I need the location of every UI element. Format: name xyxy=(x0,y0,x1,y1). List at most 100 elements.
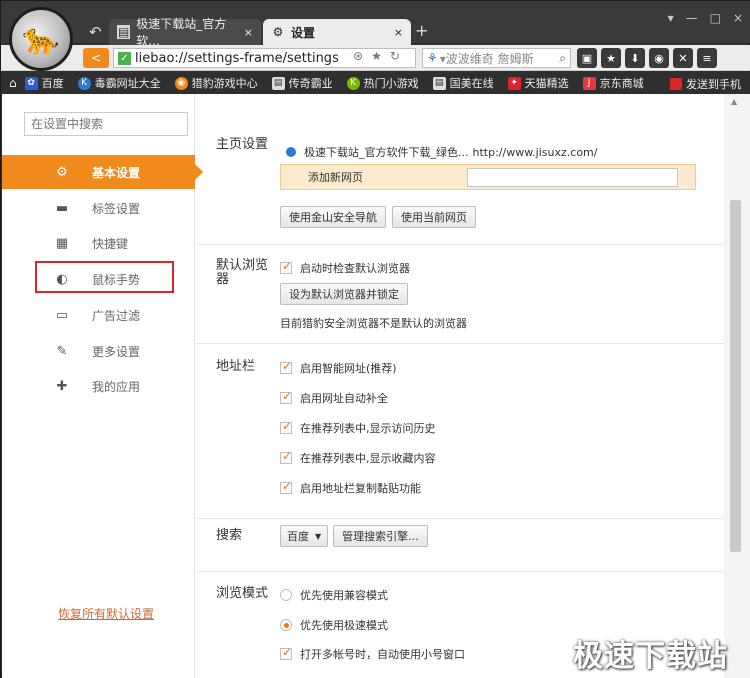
restore-defaults-link[interactable]: 恢复所有默认设置 xyxy=(58,605,154,622)
close-window-icon[interactable]: × xyxy=(733,11,743,25)
section-title: 主页设置 xyxy=(216,137,269,152)
bookmark-duba[interactable]: K 毒霸网址大全 xyxy=(77,75,161,91)
check-default-option[interactable]: 启动时检查默认浏览器 xyxy=(280,259,410,276)
search-input[interactable]: ⚘ ▾波波维奇 詹姆斯 ⌕ xyxy=(422,48,571,68)
add-page-label: 添加新网页 xyxy=(308,171,363,184)
back-button[interactable]: < xyxy=(83,48,109,68)
option-label: 打开多帐号时，自动使用小号窗口 xyxy=(300,648,465,661)
sidebar-item-basic[interactable]: ⚙ 基本设置 xyxy=(2,155,203,189)
address-option[interactable]: 启用智能网址(推荐) xyxy=(280,359,397,376)
add-page-input[interactable] xyxy=(467,168,678,187)
address-option-checkbox[interactable] xyxy=(280,479,292,494)
option-label: 在推荐列表中,显示访问历史 xyxy=(300,422,436,435)
undo-icon[interactable]: ↶ xyxy=(89,23,102,41)
filter-icon: ▭ xyxy=(55,307,69,323)
sidebar-item-more[interactable]: ✎ 更多设置 xyxy=(2,334,195,368)
compat-mode-option[interactable]: 优先使用兼容模式 xyxy=(280,587,388,603)
close-tab-icon[interactable]: × xyxy=(394,26,403,39)
bookmark-chuanqi[interactable]: ▤ 传奇霸业 xyxy=(271,75,333,91)
settings-search-input[interactable] xyxy=(24,112,188,136)
tab-icon: ▬ xyxy=(55,200,69,216)
minimize-icon[interactable]: — xyxy=(686,11,698,25)
watermark: 极速下载站 xyxy=(573,639,728,674)
window-controls: ▾ — □ × xyxy=(668,11,743,25)
page-icon: ▤ xyxy=(271,76,285,90)
address-option-checkbox[interactable] xyxy=(280,389,292,404)
address-option-checkbox[interactable] xyxy=(280,449,292,464)
search-engine-icon[interactable]: ⚘ xyxy=(427,51,438,65)
game-icon[interactable]: ◉ xyxy=(649,48,669,68)
search-section: 搜索 百度 ▼ 管理搜索引擎... xyxy=(196,519,724,572)
fast-mode-option[interactable]: 优先使用极速模式 xyxy=(280,617,388,633)
option-label: 在推荐列表中,显示收藏内容 xyxy=(300,452,436,465)
send-to-phone-label: 发送到手机 xyxy=(686,78,741,91)
sidebar-item-label: 快捷键 xyxy=(92,236,129,251)
address-option-checkbox[interactable] xyxy=(280,419,292,434)
set-default-button[interactable]: 设为默认浏览器并锁定 xyxy=(280,283,408,305)
fast-mode-radio[interactable] xyxy=(280,619,292,631)
address-option-checkbox[interactable] xyxy=(280,359,292,374)
tab-label: 极速下载站_官方软... xyxy=(136,17,227,48)
homepage-site-name: 极速下载站_官方软件下载_绿色... xyxy=(304,146,469,159)
liebao-logo[interactable]: 🐆 xyxy=(9,7,73,71)
menu-icon[interactable]: ▾ xyxy=(668,11,674,25)
sidebar-item-apps[interactable]: ✚ 我的应用 xyxy=(2,369,195,403)
star-icon[interactable]: ★ xyxy=(371,49,382,63)
menu-icon[interactable]: ≡ xyxy=(697,48,717,68)
maximize-icon[interactable]: □ xyxy=(710,11,721,25)
lock-icon[interactable]: ▣ xyxy=(577,48,597,68)
sidebar-item-label: 更多设置 xyxy=(92,344,141,359)
close-tab-icon[interactable]: × xyxy=(244,26,253,39)
new-tab-button[interactable]: + xyxy=(415,21,428,40)
search-icon[interactable]: ⌕ xyxy=(559,51,566,66)
safe-nav-button[interactable]: 使用金山安全导航 xyxy=(280,206,386,228)
toolbar-buttons: ▣ ★ ⬇ ◉ ✕ ≡ xyxy=(577,48,717,68)
secure-shield-icon: ✓ xyxy=(118,51,131,65)
send-to-phone[interactable]: 发送到手机 xyxy=(670,76,741,92)
tools-icon[interactable]: ✕ xyxy=(673,48,693,68)
address-option[interactable]: 在推荐列表中,显示访问历史 xyxy=(280,419,436,436)
tab-settings[interactable]: ⚙ 设置 × xyxy=(263,19,411,45)
favorites-icon[interactable]: ★ xyxy=(601,48,621,68)
bookmark-baidu[interactable]: ✿ 百度 xyxy=(24,75,64,91)
section-title: 地址栏 xyxy=(216,359,256,374)
scrollbar-thumb[interactable] xyxy=(730,200,741,552)
bookmark-gome[interactable]: ▤ 国美在线 xyxy=(432,75,494,91)
speed-icon[interactable]: ⊛ xyxy=(353,49,363,63)
option-label: 启动时检查默认浏览器 xyxy=(300,262,410,275)
k-icon: K xyxy=(77,76,91,90)
sidebar-item-label: 我的应用 xyxy=(92,379,141,394)
bookmark-game-center[interactable]: ◉ 猎豹游戏中心 xyxy=(174,75,258,91)
scrollbar[interactable]: ▲ xyxy=(724,94,750,678)
sidebar-item-ad-filter[interactable]: ▭ 广告过滤 xyxy=(2,298,195,332)
search-engine-select[interactable]: 百度 ▼ xyxy=(280,525,329,547)
tmall-icon: ✦ xyxy=(507,76,521,90)
multi-account-checkbox[interactable] xyxy=(280,645,292,660)
bookmark-mini-games[interactable]: K 热门小游戏 xyxy=(346,75,419,91)
address-option[interactable]: 在推荐列表中,显示收藏内容 xyxy=(280,449,436,466)
sidebar-item-shortcuts[interactable]: ▦ 快捷键 xyxy=(2,226,195,260)
option-label: 优先使用兼容模式 xyxy=(300,589,388,602)
tab-jisuxz[interactable]: ▤ 极速下载站_官方软... × xyxy=(109,17,261,48)
option-label: 优先使用极速模式 xyxy=(300,619,388,632)
refresh-icon[interactable]: ↻ xyxy=(390,49,400,63)
keyboard-icon: ▦ xyxy=(55,235,69,251)
settings-main: 主页设置 极速下载站_官方软件下载_绿色... http://www.jisux… xyxy=(196,94,724,678)
download-icon[interactable]: ⬇ xyxy=(625,48,645,68)
home-icon[interactable]: ⌂ xyxy=(9,76,17,90)
sidebar-item-tabs[interactable]: ▬ 标签设置 xyxy=(2,191,195,225)
page-icon: ▤ xyxy=(432,76,446,90)
manage-search-button[interactable]: 管理搜索引擎... xyxy=(333,525,428,547)
bookmark-jd[interactable]: J 京东商城 xyxy=(582,75,644,91)
option-label: 启用智能网址(推荐) xyxy=(300,362,397,375)
bookmark-label: 热门小游戏 xyxy=(363,77,419,90)
address-option[interactable]: 启用网址自动补全 xyxy=(280,389,388,406)
check-default-checkbox[interactable] xyxy=(280,259,292,274)
bookmark-label: 国美在线 xyxy=(449,77,494,90)
compat-mode-radio[interactable] xyxy=(280,589,292,601)
use-current-page-button[interactable]: 使用当前网页 xyxy=(392,206,476,228)
scroll-up-icon[interactable]: ▲ xyxy=(731,97,737,106)
multi-account-option[interactable]: 打开多帐号时，自动使用小号窗口 xyxy=(280,645,465,662)
address-option[interactable]: 启用地址栏复制黏贴功能 xyxy=(280,479,421,496)
bookmark-tmall[interactable]: ✦ 天猫精选 xyxy=(507,75,569,91)
